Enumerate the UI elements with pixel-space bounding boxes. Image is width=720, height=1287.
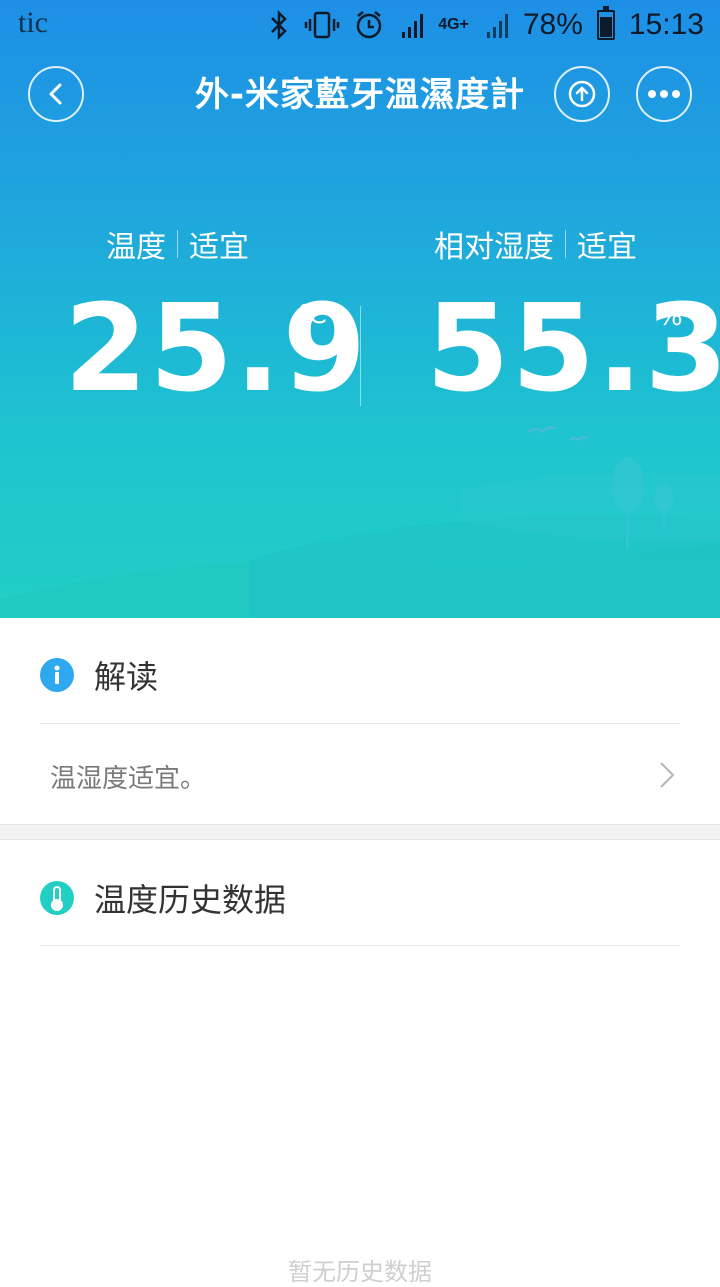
temperature-label: 温度 bbox=[106, 230, 166, 265]
thermometer-icon bbox=[40, 881, 74, 915]
battery-percent: 78% bbox=[522, 8, 583, 41]
humidity-label: 相对湿度 bbox=[434, 230, 554, 265]
interpretation-title: 解读 bbox=[94, 658, 159, 696]
chevron-left-icon bbox=[49, 83, 62, 105]
more-button[interactable] bbox=[636, 66, 692, 122]
interpretation-row[interactable]: 温湿度适宜。 bbox=[0, 724, 720, 824]
temperature-unit: ℃ bbox=[298, 300, 328, 330]
metric-divider bbox=[360, 306, 361, 406]
humidity-metric: 相对湿度 适宜 bbox=[434, 222, 637, 266]
interpretation-header: 解读 bbox=[40, 652, 158, 698]
chevron-right-icon bbox=[660, 762, 675, 788]
bluetooth-icon bbox=[271, 10, 287, 40]
section-separator bbox=[0, 824, 720, 840]
divider bbox=[40, 945, 680, 946]
battery-icon bbox=[596, 6, 615, 40]
clock-time: 15:13 bbox=[628, 8, 704, 41]
hero-panel: tic 4G+ 78% 15:13 外-米家藍牙溫濕度計 温度 适宜 25.9 … bbox=[0, 0, 720, 618]
info-icon bbox=[40, 658, 74, 692]
signal-icon-sim1 bbox=[402, 14, 424, 38]
page-title: 外-米家藍牙溫濕度計 bbox=[194, 75, 526, 115]
network-type: 4G+ bbox=[438, 16, 469, 33]
history-title: 温度历史数据 bbox=[94, 881, 287, 919]
status-bar: tic 4G+ 78% 15:13 bbox=[0, 0, 720, 50]
upload-icon bbox=[568, 80, 596, 108]
vibrate-icon bbox=[304, 11, 340, 39]
status-app-text: tic bbox=[18, 6, 48, 39]
history-header: 温度历史数据 bbox=[40, 875, 286, 921]
history-empty-text: 暂无历史数据 bbox=[288, 1258, 432, 1286]
alarm-icon bbox=[356, 11, 382, 39]
interpretation-text: 温湿度适宜。 bbox=[50, 764, 207, 794]
back-button[interactable] bbox=[28, 66, 84, 122]
temperature-status: 适宜 bbox=[189, 230, 249, 265]
more-dots-icon bbox=[648, 90, 680, 98]
share-button[interactable] bbox=[554, 66, 610, 122]
signal-icon-sim2 bbox=[486, 14, 508, 38]
temperature-metric: 温度 适宜 bbox=[106, 222, 249, 266]
humidity-unit: % bbox=[658, 302, 683, 332]
humidity-status: 适宜 bbox=[577, 230, 637, 265]
